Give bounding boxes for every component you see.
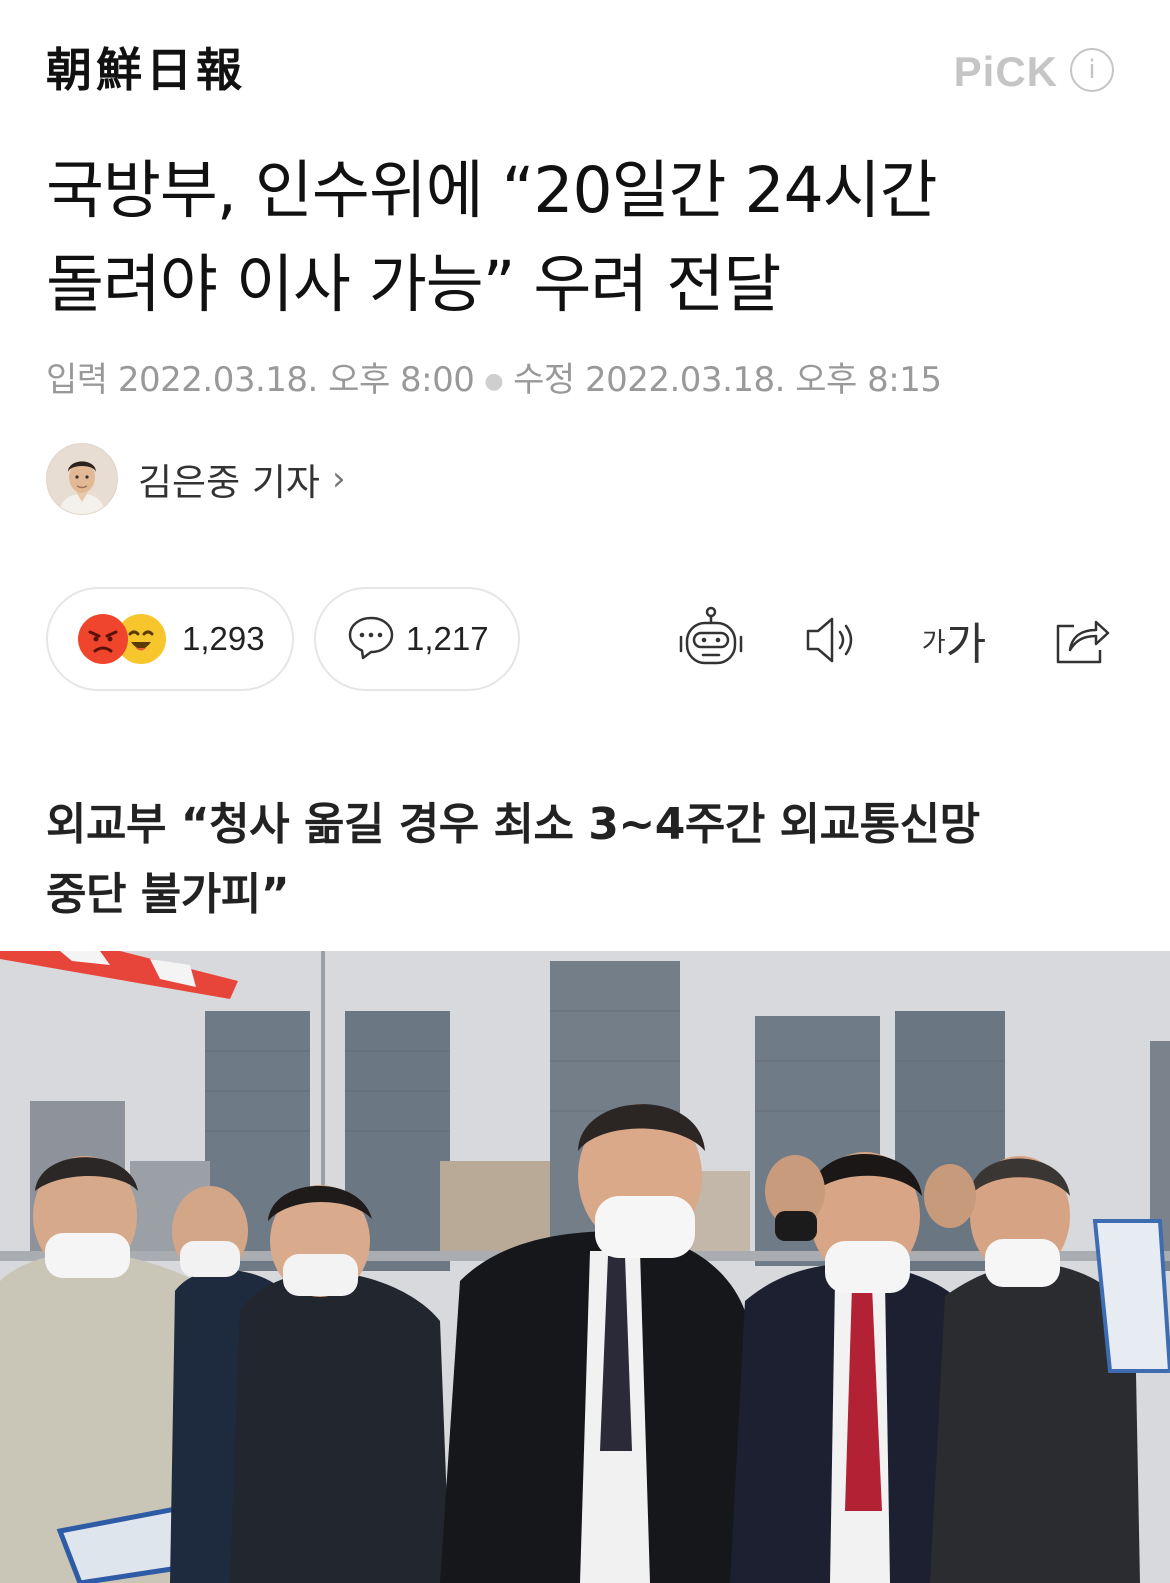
reaction-count: 1,293 — [182, 620, 265, 657]
author-avatar — [46, 443, 118, 515]
newspaper-logo[interactable]: 朝鮮日報 — [46, 40, 246, 100]
comment-button[interactable]: 1,217 — [314, 587, 520, 691]
subtitle-line-1: 외교부 “청사 옮길 경우 최소 3~4주간 외교통신망 — [46, 799, 980, 850]
input-datetime: 2022.03.18. 오후 8:00 — [117, 360, 475, 400]
article-header: 朝鮮日報 PiCK i — [0, 0, 1170, 140]
article-photo — [0, 951, 1170, 1583]
font-large-glyph: 가 — [945, 619, 987, 670]
author-link[interactable]: 김은중 기자 › — [46, 443, 346, 515]
subtitle-line-2: 중단 불가피” — [46, 869, 290, 920]
reaction-button[interactable]: 1,293 — [46, 587, 294, 691]
speaker-icon[interactable] — [800, 600, 866, 680]
separator-dot: ● — [484, 368, 504, 394]
comment-count: 1,217 — [406, 620, 489, 657]
modified-datetime: 2022.03.18. 오후 8:15 — [584, 360, 942, 400]
font-size-icon[interactable]: 가가 — [918, 600, 990, 680]
pick-badge: PiCK — [953, 48, 1058, 95]
title-line-1: 국방부, 인수위에 “20일간 24시간 — [46, 154, 938, 227]
article-title: 국방부, 인수위에 “20일간 24시간 돌려야 이사 가능” 우려 전달 — [46, 144, 1126, 332]
title-line-2: 돌려야 이사 가능” 우려 전달 — [46, 248, 781, 321]
robot-summary-icon[interactable] — [676, 600, 746, 680]
angry-emoji-icon — [78, 614, 128, 664]
article-subtitle: 외교부 “청사 옮길 경우 최소 3~4주간 외교통신망 중단 불가피” — [46, 790, 1126, 930]
modified-label: 수정 — [513, 360, 575, 400]
font-small-glyph: 가 — [921, 627, 946, 658]
share-icon[interactable] — [1048, 600, 1112, 680]
comment-bubble-icon — [346, 612, 396, 666]
chevron-right-icon: › — [331, 459, 346, 499]
article-meta: 입력 2022.03.18. 오후 8:00 ● 수정 2022.03.18. 오후… — [46, 356, 942, 406]
info-icon[interactable]: i — [1070, 48, 1114, 92]
author-name: 김은중 기자 — [138, 461, 320, 504]
input-label: 입력 — [46, 360, 108, 400]
